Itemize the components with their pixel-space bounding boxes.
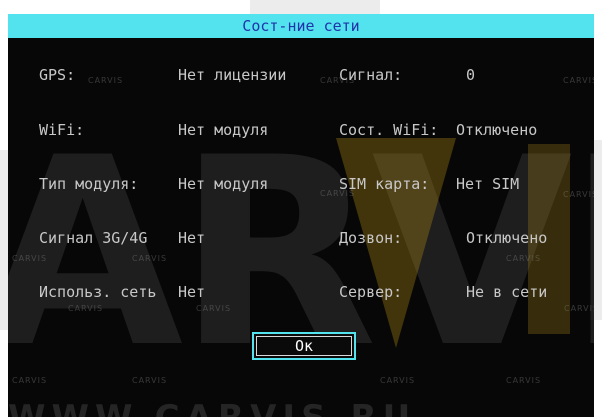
watermark-small: CARVIS <box>380 376 416 385</box>
gps-label: GPS: <box>39 66 76 84</box>
watermark-small: CARVIS <box>68 304 104 313</box>
watermark-bottom-text: WWW.CARVIS.RU <box>8 398 594 417</box>
ok-button-label[interactable]: Ок <box>256 336 352 356</box>
screen: Сост-ние сети ARVI WWW.CARVIS.RU CARVIS … <box>0 0 602 417</box>
watermark-fragment-top <box>250 0 380 14</box>
cellular-signal-label: Сигнал 3G/4G <box>39 229 148 247</box>
watermark-small: CARVIS <box>132 254 168 263</box>
server-value: Не в сети <box>466 283 548 301</box>
module-type-value: Нет модуля <box>178 175 269 193</box>
wifi-value: Нет модуля <box>178 121 269 139</box>
gps-value: Нет лицензии <box>178 66 287 84</box>
signal-label: Сигнал: <box>339 66 403 84</box>
sim-card-value: Нет SIM <box>456 175 520 193</box>
dial-up-label: Дозвон: <box>339 229 403 247</box>
watermark-small: CARVIS <box>132 376 168 385</box>
ok-button[interactable]: Ок <box>252 332 356 360</box>
watermark-fragment-left <box>0 150 8 330</box>
dial-up-value: Отключено <box>466 229 548 247</box>
wifi-label: WiFi: <box>39 121 85 139</box>
watermark-small: CARVIS <box>12 254 48 263</box>
cellular-signal-value: Нет <box>178 229 206 247</box>
network-in-use-label: Использ. сеть <box>39 283 157 301</box>
watermark-small: CARVIS <box>506 376 542 385</box>
module-type-label: Тип модуля: <box>39 175 139 193</box>
watermark-small: CARVIS <box>506 254 542 263</box>
dialog-title: Сост-ние сети <box>8 14 594 38</box>
server-label: Сервер: <box>339 283 403 301</box>
watermark-small: CARVIS <box>563 76 594 85</box>
watermark-small: CARVIS <box>88 76 124 85</box>
watermark-fragment-right <box>594 140 602 320</box>
network-status-dialog: Сост-ние сети ARVI WWW.CARVIS.RU CARVIS … <box>8 14 594 417</box>
watermark-small: CARVIS <box>12 376 48 385</box>
wifi-state-label: Сост. WiFi: <box>339 121 439 139</box>
watermark-small: CARVIS <box>564 304 594 313</box>
signal-value: 0 <box>466 66 476 84</box>
network-in-use-value: Нет <box>178 283 206 301</box>
watermark-small: CARVIS <box>563 190 594 199</box>
watermark-small: CARVIS <box>196 304 232 313</box>
wifi-state-value: Отключено <box>456 121 538 139</box>
sim-card-label: SIM карта: <box>339 175 430 193</box>
